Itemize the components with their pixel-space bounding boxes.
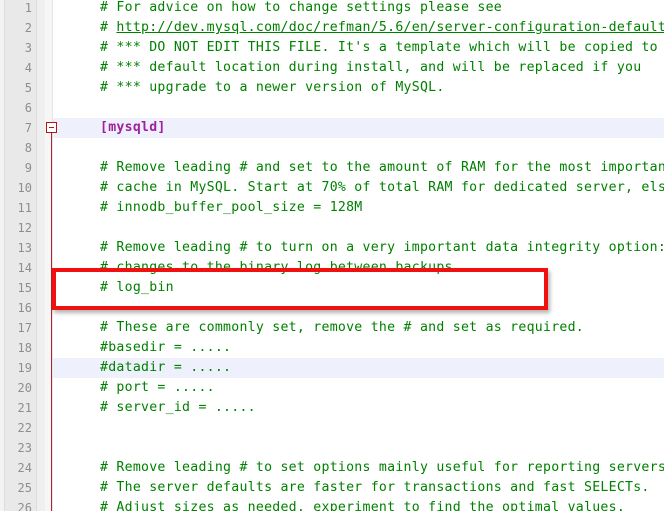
code-editor[interactable]: # For advice on how to change settings p… [0,0,664,511]
fold-guide-layer [0,0,664,511]
fold-toggle-icon[interactable] [46,122,57,133]
fold-guide-line [51,133,52,511]
